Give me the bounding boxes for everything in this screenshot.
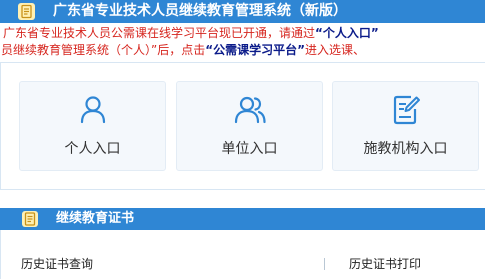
header-bar: 广东省专业技术人员继续教育管理系统（新版） [0, 0, 485, 23]
edit-document-icon [389, 93, 423, 127]
personal-entry-button[interactable]: 个人入口 [19, 81, 166, 171]
page-title: 广东省专业技术人员继续教育管理系统（新版） [53, 3, 347, 19]
notice-line-1: 广东省专业技术人员公需课在线学习平台现已开通，请通过“个人入口” [3, 25, 379, 42]
public-course-highlight: “公需课学习平台” [205, 43, 305, 57]
entry-label: 个人入口 [64, 141, 121, 157]
history-certificate-print-link[interactable]: 历史证书打印 [349, 256, 421, 272]
entry-label: 施教机构入口 [363, 141, 448, 157]
certificate-panel: 历史证书查询 历史证书打印 [0, 230, 485, 279]
notice-text: 广东省专业技术人员公需课在线学习平台现已开通，请通过 [3, 26, 316, 40]
entry-panel: 个人入口 单位入口 施教机构入口 [0, 62, 485, 190]
divider [324, 258, 325, 270]
personal-entry-highlight: “个人入口” [315, 26, 379, 40]
certificate-section-header: 继续教育证书 [0, 208, 485, 230]
notice-text: 员继续教育管理系统（个人）”后，点击 [1, 43, 206, 57]
entry-label: 单位入口 [221, 141, 278, 157]
person-icon [76, 93, 110, 127]
institution-entry-button[interactable]: 施教机构入口 [332, 81, 479, 171]
unit-entry-button[interactable]: 单位入口 [176, 81, 323, 171]
document-icon [18, 3, 35, 20]
group-icon [233, 93, 267, 127]
document-icon [22, 211, 38, 227]
notice-line-2: 员继续教育管理系统（个人）”后，点击“公需课学习平台”进入选课、 [1, 42, 365, 59]
section-title: 继续教育证书 [56, 211, 135, 226]
notice-text: 进入选课、 [305, 43, 366, 57]
history-certificate-query-link[interactable]: 历史证书查询 [21, 256, 93, 272]
